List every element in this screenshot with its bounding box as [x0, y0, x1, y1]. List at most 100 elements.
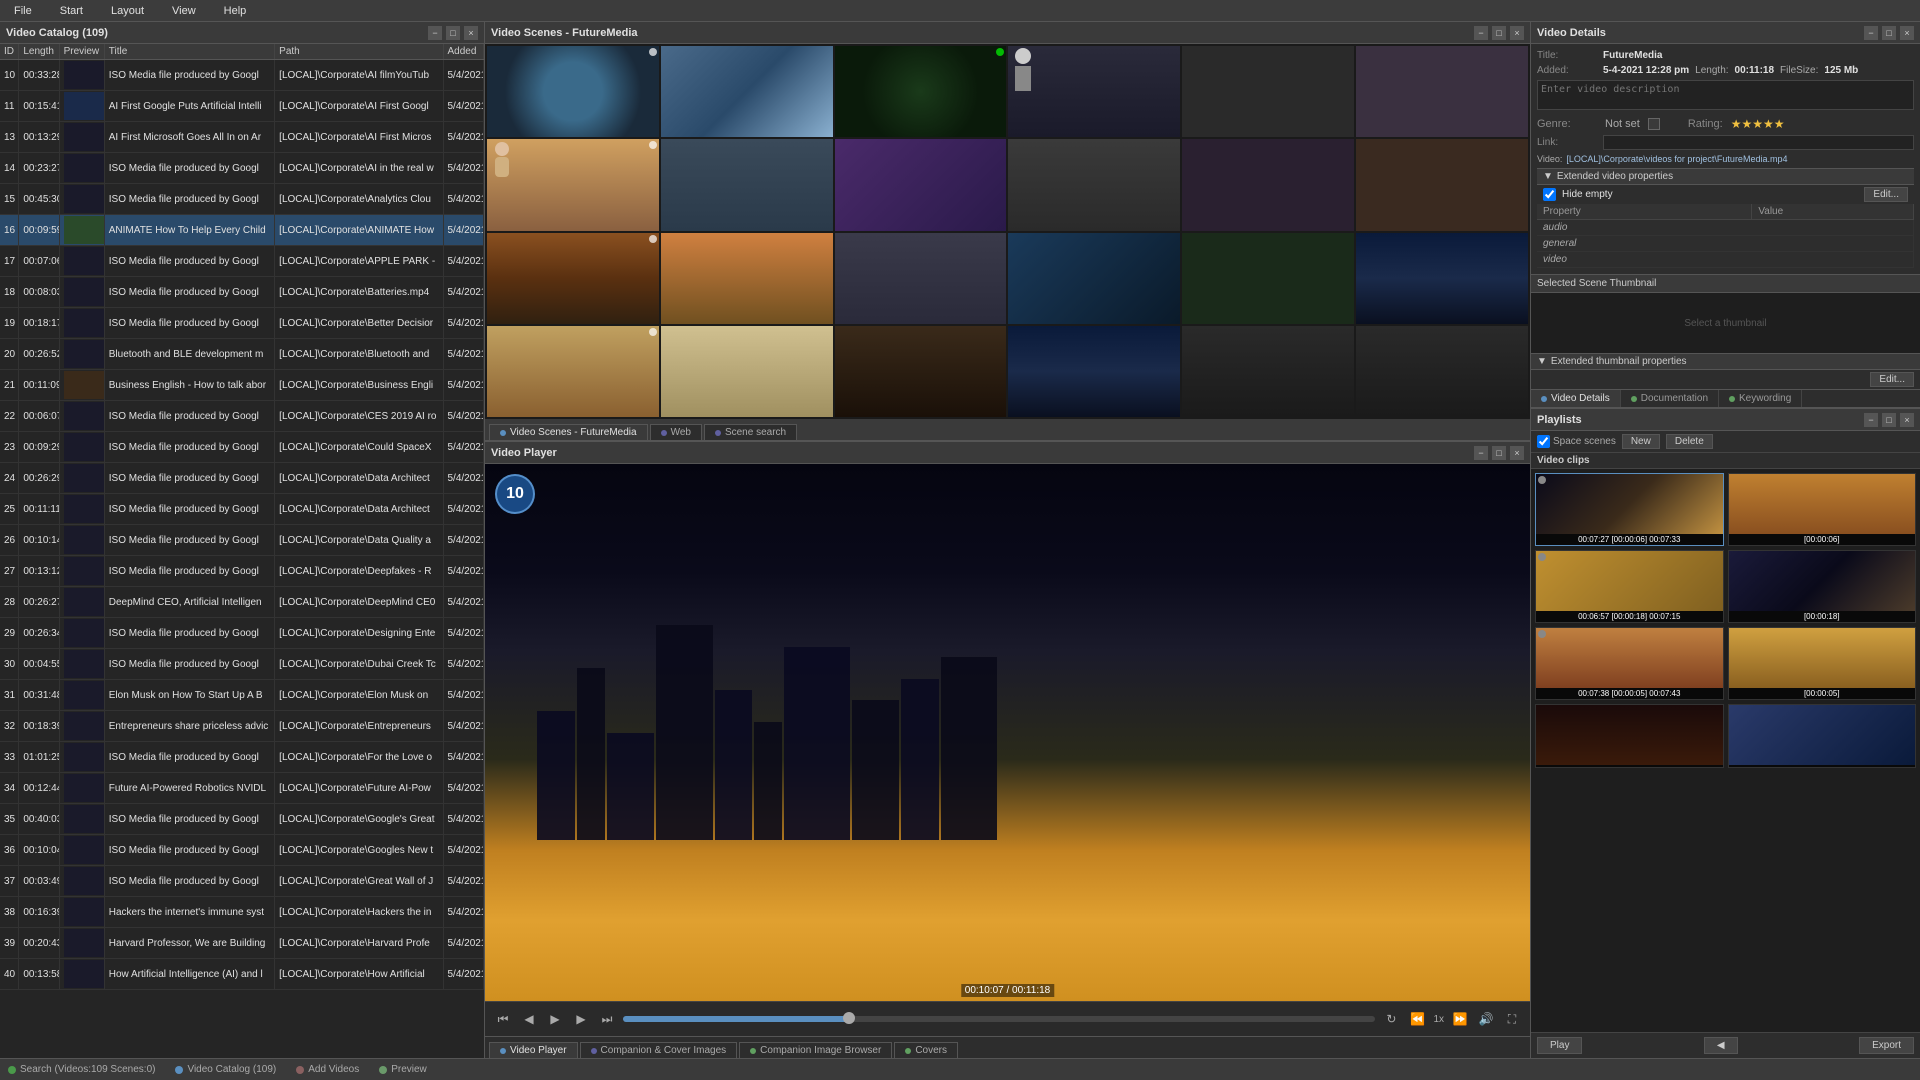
status-preview[interactable]: Preview: [379, 1064, 427, 1075]
scene-thumb-19[interactable]: [487, 326, 659, 417]
play-playlist-btn[interactable]: Play: [1537, 1037, 1582, 1054]
catalog-row-17[interactable]: 17 00:07:06 ISO Media file produced by G…: [0, 246, 484, 277]
fullscreen-btn[interactable]: ⛶: [1502, 1009, 1522, 1029]
clip-item-3[interactable]: 00:06:57 [00:00:18] 00:07:15: [1535, 550, 1724, 623]
catalog-row-28[interactable]: 28 00:26:27 DeepMind CEO, Artificial Int…: [0, 587, 484, 618]
loop-btn[interactable]: ↻: [1381, 1009, 1401, 1029]
details-close-btn[interactable]: ×: [1900, 26, 1914, 40]
menu-start[interactable]: Start: [54, 3, 89, 19]
scene-thumb-16[interactable]: [1008, 233, 1180, 324]
tab-keywording[interactable]: Keywording: [1719, 390, 1802, 407]
export-btn[interactable]: Export: [1859, 1037, 1914, 1054]
catalog-row-10[interactable]: 10 00:33:28 ISO Media file produced by G…: [0, 60, 484, 91]
thumb-area[interactable]: Select a thumbnail: [1531, 293, 1920, 353]
playlists-maximize-btn[interactable]: □: [1882, 413, 1896, 427]
player-content[interactable]: 10 00:10:07 / 00:11:18: [485, 464, 1530, 1001]
catalog-row-11[interactable]: 11 00:15:41 AI First Google Puts Artific…: [0, 91, 484, 122]
playlists-close-btn[interactable]: ×: [1900, 413, 1914, 427]
catalog-row-14[interactable]: 14 00:23:27 ISO Media file produced by G…: [0, 153, 484, 184]
tab-image-browser[interactable]: Companion Image Browser: [739, 1042, 892, 1058]
scene-thumb-11[interactable]: [1182, 139, 1354, 230]
scene-thumb-9[interactable]: [835, 139, 1007, 230]
catalog-row-35[interactable]: 35 00:40:03 ISO Media file produced by G…: [0, 804, 484, 835]
catalog-row-19[interactable]: 19 00:18:17 ISO Media file produced by G…: [0, 308, 484, 339]
scene-thumb-6[interactable]: [1356, 46, 1528, 137]
player-minimize-btn[interactable]: −: [1474, 446, 1488, 460]
catalog-row-24[interactable]: 24 00:26:29 ISO Media file produced by G…: [0, 463, 484, 494]
extended-props-section[interactable]: ▼ Extended video properties: [1537, 168, 1914, 185]
progress-bar[interactable]: [623, 1016, 1375, 1022]
scene-thumb-7[interactable]: [487, 139, 659, 230]
tab-companion-images[interactable]: Companion & Cover Images: [580, 1042, 738, 1058]
playlists-minimize-btn[interactable]: −: [1864, 413, 1878, 427]
extended-thumb-section[interactable]: ▼ Extended thumbnail properties: [1531, 353, 1920, 370]
catalog-row-34[interactable]: 34 00:12:44 Future AI-Powered Robotics N…: [0, 773, 484, 804]
col-length[interactable]: Length: [19, 44, 59, 60]
status-catalog[interactable]: Video Catalog (109): [175, 1064, 276, 1075]
scene-thumb-1[interactable]: [487, 46, 659, 137]
new-playlist-btn[interactable]: New: [1622, 434, 1660, 449]
col-title[interactable]: Title: [104, 44, 274, 60]
clip-item-8[interactable]: [1728, 704, 1917, 768]
tab-documentation[interactable]: Documentation: [1621, 390, 1719, 407]
status-add-videos[interactable]: Add Videos: [296, 1064, 359, 1075]
description-field[interactable]: [1537, 80, 1914, 110]
details-minimize-btn[interactable]: −: [1864, 26, 1878, 40]
catalog-row-30[interactable]: 30 00:04:55 ISO Media file produced by G…: [0, 649, 484, 680]
catalog-row-37[interactable]: 37 00:03:49 ISO Media file produced by G…: [0, 866, 484, 897]
hide-empty-checkbox[interactable]: [1543, 188, 1556, 201]
edit-thumb-btn[interactable]: Edit...: [1870, 372, 1914, 387]
catalog-row-29[interactable]: 29 00:26:34 ISO Media file produced by G…: [0, 618, 484, 649]
scene-thumb-14[interactable]: [661, 233, 833, 324]
space-scenes-checkbox[interactable]: [1537, 435, 1550, 448]
scenes-close-btn[interactable]: ×: [1510, 26, 1524, 40]
catalog-row-40[interactable]: 40 00:13:58 How Artificial Intelligence …: [0, 959, 484, 990]
catalog-row-22[interactable]: 22 00:06:07 ISO Media file produced by G…: [0, 401, 484, 432]
catalog-row-13[interactable]: 13 00:13:29 AI First Microsoft Goes All …: [0, 122, 484, 153]
catalog-row-15[interactable]: 15 00:45:30 ISO Media file produced by G…: [0, 184, 484, 215]
catalog-row-25[interactable]: 25 00:11:11 ISO Media file produced by G…: [0, 494, 484, 525]
details-maximize-btn[interactable]: □: [1882, 26, 1896, 40]
catalog-row-26[interactable]: 26 00:10:14 ISO Media file produced by G…: [0, 525, 484, 556]
scene-thumb-2[interactable]: [661, 46, 833, 137]
catalog-row-31[interactable]: 31 00:31:48 Elon Musk on How To Start Up…: [0, 680, 484, 711]
scene-thumb-10[interactable]: [1008, 139, 1180, 230]
delete-playlist-btn[interactable]: Delete: [1666, 434, 1713, 449]
genre-checkbox[interactable]: [1648, 118, 1660, 130]
play-btn[interactable]: ▶: [545, 1009, 565, 1029]
scene-thumb-17[interactable]: [1182, 233, 1354, 324]
col-preview[interactable]: Preview: [59, 44, 104, 60]
status-search[interactable]: Search (Videos:109 Scenes:0): [8, 1064, 155, 1075]
scene-thumb-23[interactable]: [1182, 326, 1354, 417]
player-maximize-btn[interactable]: □: [1492, 446, 1506, 460]
back-btn[interactable]: ◀: [1704, 1037, 1738, 1054]
catalog-row-36[interactable]: 36 00:10:04 ISO Media file produced by G…: [0, 835, 484, 866]
catalog-row-23[interactable]: 23 00:09:29 ISO Media file produced by G…: [0, 432, 484, 463]
catalog-row-33[interactable]: 33 01:01:25 ISO Media file produced by G…: [0, 742, 484, 773]
clip-item-1[interactable]: 00:07:27 [00:00:06] 00:07:33: [1535, 473, 1724, 546]
scene-thumb-8[interactable]: [661, 139, 833, 230]
scenes-minimize-btn[interactable]: −: [1474, 26, 1488, 40]
scenes-maximize-btn[interactable]: □: [1492, 26, 1506, 40]
clip-item-4[interactable]: [00:00:18]: [1728, 550, 1917, 623]
scene-thumb-20[interactable]: [661, 326, 833, 417]
link-input[interactable]: [1603, 135, 1914, 150]
scene-thumb-22[interactable]: [1008, 326, 1180, 417]
rating-stars[interactable]: ★★★★★: [1731, 117, 1785, 131]
scene-thumb-3[interactable]: [835, 46, 1007, 137]
scene-thumb-24[interactable]: [1356, 326, 1528, 417]
prev-frame-btn[interactable]: ◀: [519, 1009, 539, 1029]
tab-covers[interactable]: Covers: [894, 1042, 958, 1058]
skip-back-btn[interactable]: ⏮: [493, 1009, 513, 1029]
tab-video-player[interactable]: Video Player: [489, 1042, 578, 1058]
edit-props-btn[interactable]: Edit...: [1864, 187, 1908, 202]
clip-item-7[interactable]: [1535, 704, 1724, 768]
progress-handle[interactable]: [843, 1012, 855, 1024]
col-path[interactable]: Path: [275, 44, 443, 60]
next-frame-btn[interactable]: ▶: [571, 1009, 591, 1029]
catalog-row-38[interactable]: 38 00:16:39 Hackers the internet's immun…: [0, 897, 484, 928]
menu-view[interactable]: View: [166, 3, 202, 19]
scene-thumb-18[interactable]: [1356, 233, 1528, 324]
player-close-btn[interactable]: ×: [1510, 446, 1524, 460]
tab-web[interactable]: Web: [650, 424, 702, 440]
